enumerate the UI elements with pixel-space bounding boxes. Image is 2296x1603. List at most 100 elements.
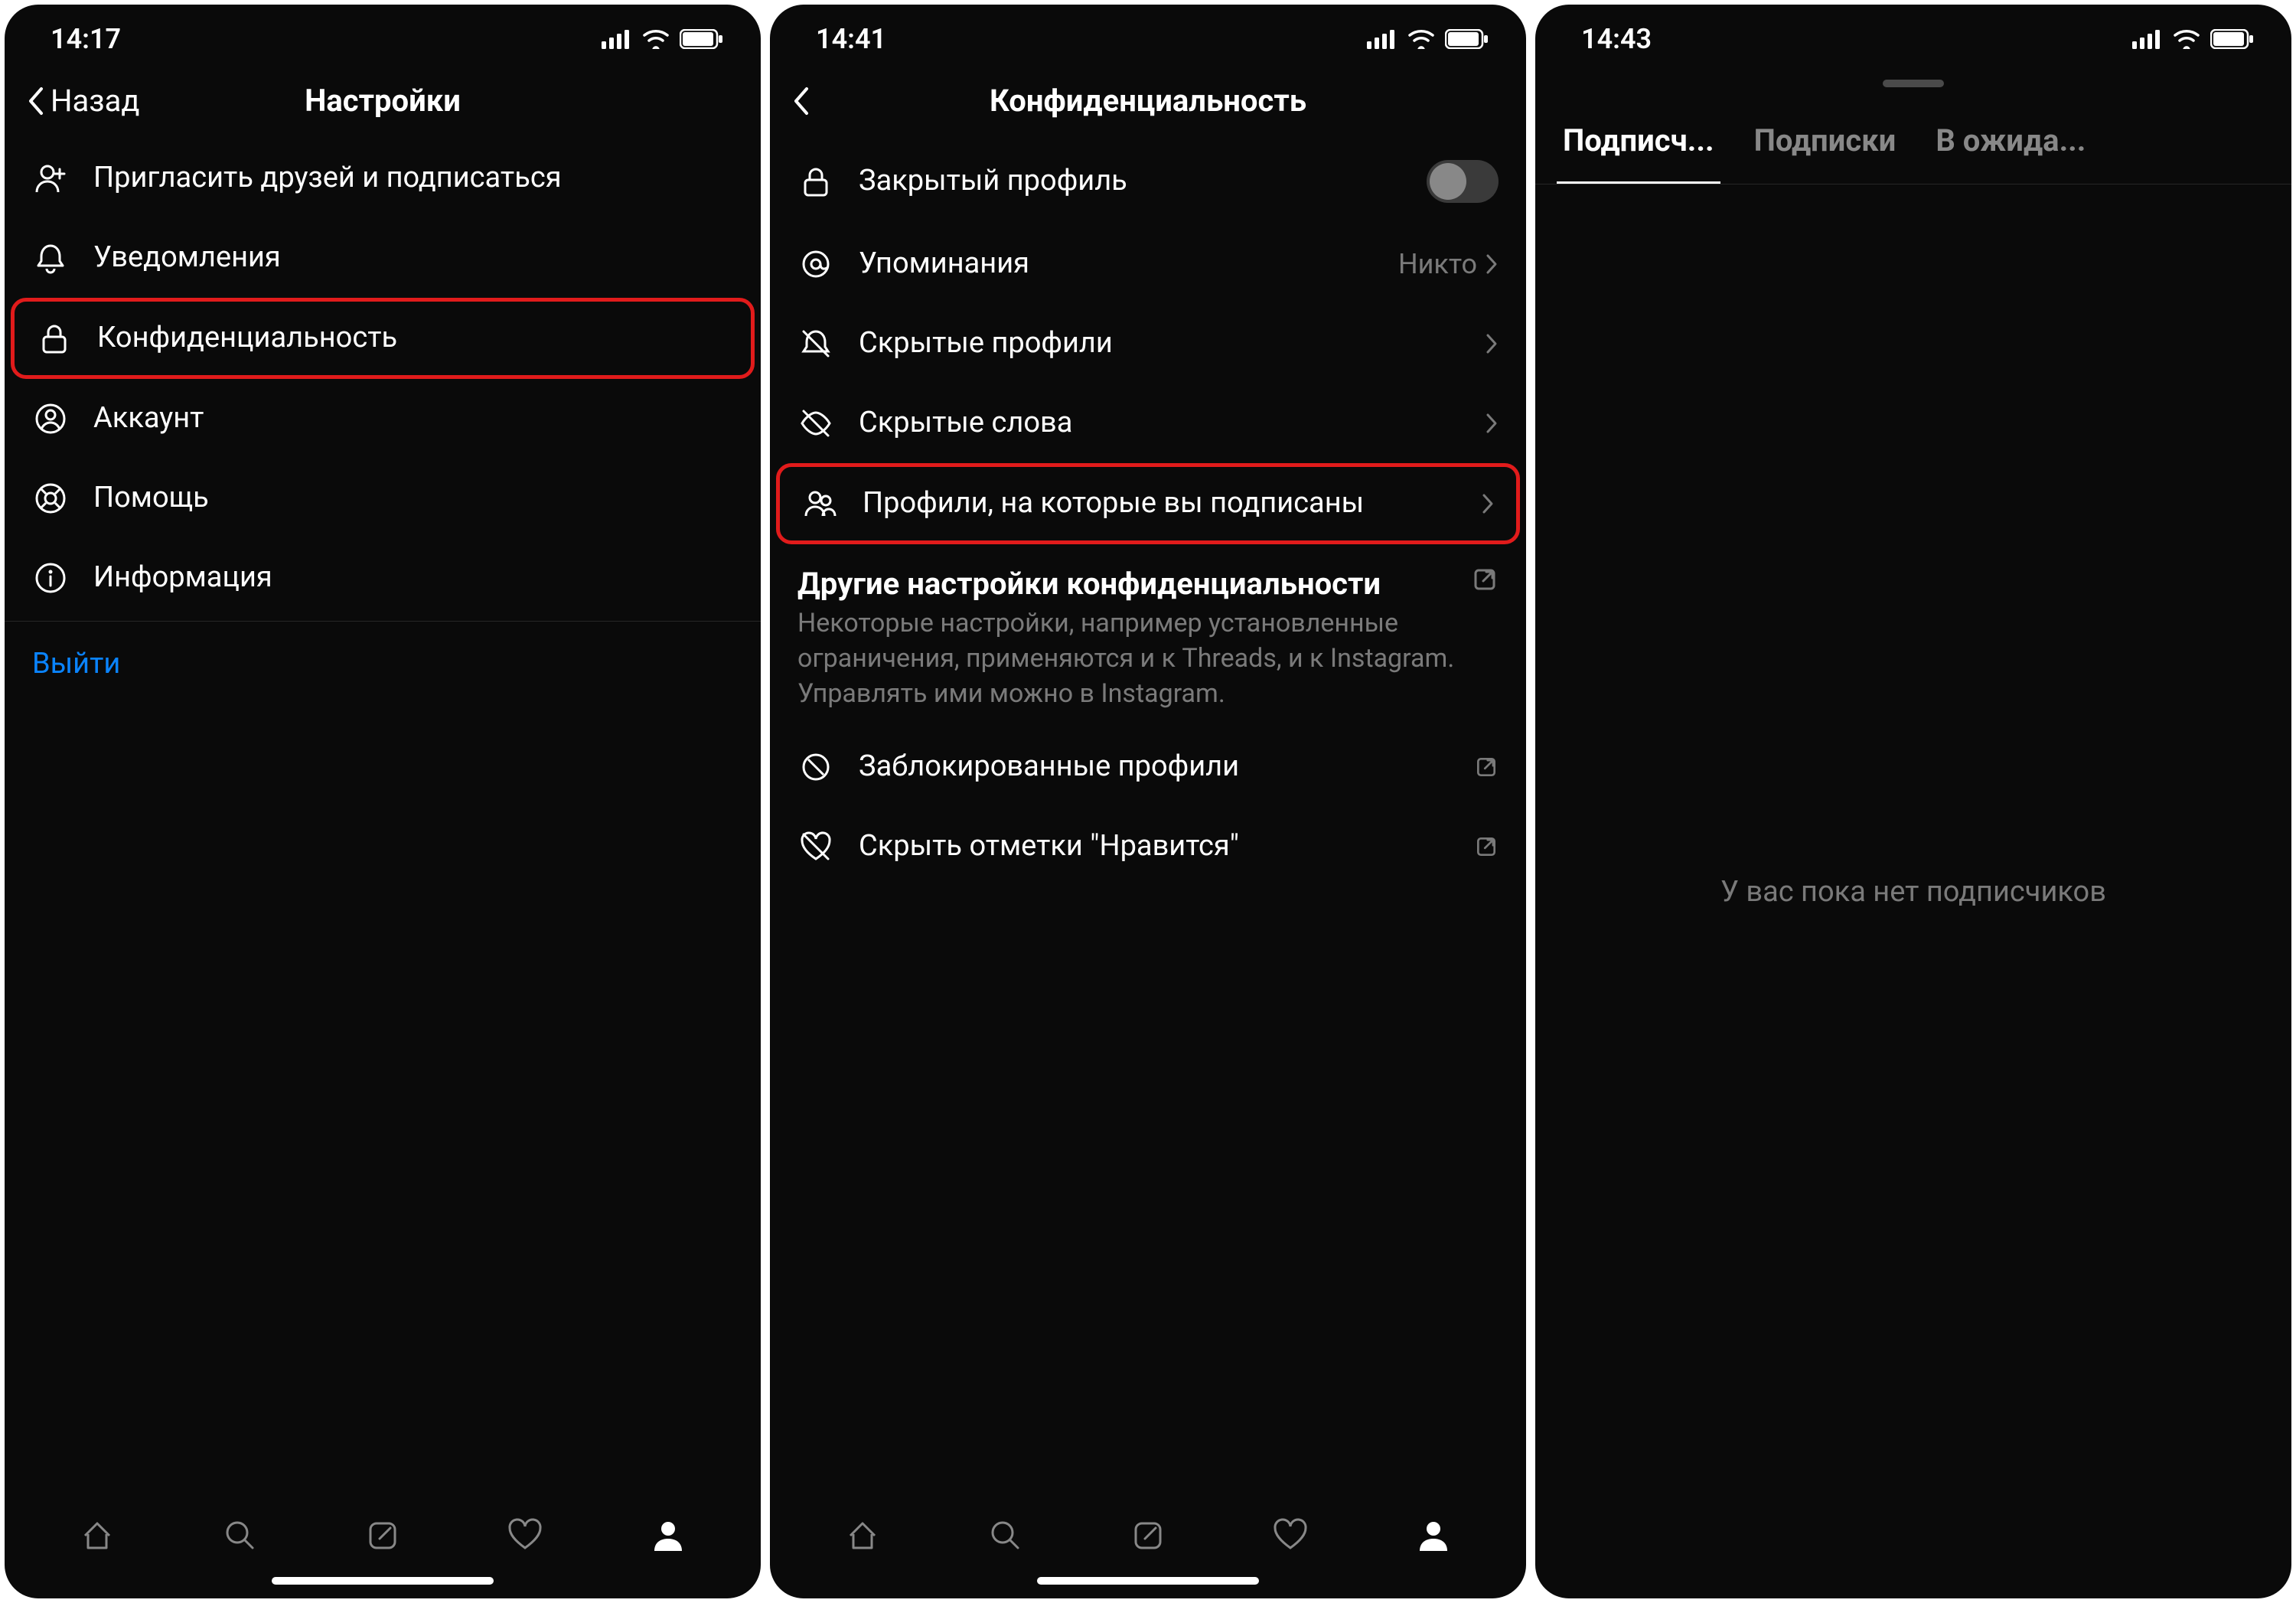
nav-home[interactable] xyxy=(841,1514,884,1557)
info-icon xyxy=(32,560,69,596)
row-following-profiles[interactable]: Профили, на которые вы подписаны xyxy=(776,463,1520,544)
row-label: Скрыть отметки "Нравится" xyxy=(859,828,1450,865)
battery-icon xyxy=(680,29,724,49)
nav-search[interactable] xyxy=(219,1514,262,1557)
row-privacy[interactable]: Конфиденциальность xyxy=(11,298,755,379)
row-label: Скрытые слова xyxy=(859,405,1460,442)
chevron xyxy=(1485,332,1499,355)
section-title-label: Другие настройки конфиденциальности xyxy=(797,566,1457,602)
signal-icon xyxy=(602,29,632,49)
invite-icon xyxy=(32,160,69,197)
empty-label: У вас пока нет подписчиков xyxy=(1720,875,2106,909)
row-logout[interactable]: Выйти xyxy=(5,625,761,704)
block-icon xyxy=(797,749,834,785)
status-time: 14:17 xyxy=(51,23,121,55)
back-label: Назад xyxy=(51,83,140,119)
signal-icon xyxy=(2132,29,2163,49)
row-account[interactable]: Аккаунт xyxy=(5,379,761,459)
row-label: Пригласить друзей и подписаться xyxy=(93,160,733,197)
nav-profile[interactable] xyxy=(647,1514,690,1557)
nav-home[interactable] xyxy=(76,1514,119,1557)
nav-profile[interactable] xyxy=(1412,1514,1455,1557)
row-label: Профили, на которые вы подписаны xyxy=(863,485,1456,522)
battery-icon xyxy=(2210,29,2255,49)
row-private-profile[interactable]: Закрытый профиль xyxy=(770,139,1526,224)
status-time: 14:41 xyxy=(816,23,886,55)
row-hide-likes[interactable]: Скрыть отметки "Нравится" xyxy=(770,807,1526,886)
signal-icon xyxy=(1367,29,1397,49)
chevron xyxy=(1485,412,1499,435)
logout-label: Выйти xyxy=(32,646,733,683)
home-indicator[interactable] xyxy=(272,1577,494,1585)
header: Конфиденциальность xyxy=(770,63,1526,139)
row-label: Скрытые профили xyxy=(859,325,1460,362)
empty-state: У вас пока нет подписчиков xyxy=(1535,184,2291,1598)
row-hidden-words[interactable]: Скрытые слова xyxy=(770,384,1526,463)
row-label: Информация xyxy=(93,560,733,596)
tab-pending[interactable]: В ожида... xyxy=(1929,96,2092,184)
status-icons xyxy=(602,29,724,49)
eye-off-icon xyxy=(797,405,834,442)
row-help[interactable]: Помощь xyxy=(5,459,761,538)
nav-compose[interactable] xyxy=(361,1514,404,1557)
bell-off-icon xyxy=(797,325,834,362)
heart-off-icon xyxy=(797,828,834,865)
lifebuoy-icon xyxy=(32,480,69,517)
page-title: Конфиденциальность xyxy=(791,83,1505,119)
external-link-icon xyxy=(1474,755,1499,779)
chevron-right-icon xyxy=(1485,253,1499,276)
nav-activity[interactable] xyxy=(504,1514,546,1557)
row-hidden-profiles[interactable]: Скрытые профили xyxy=(770,304,1526,384)
other-privacy-header[interactable]: Другие настройки конфиденциальности xyxy=(770,544,1526,606)
wifi-icon xyxy=(641,29,670,49)
row-blocked[interactable]: Заблокированные профили xyxy=(770,727,1526,807)
screen-privacy: 14:41 Конфиденциальность Закрытый профил… xyxy=(770,5,1526,1598)
user-circle-icon xyxy=(32,400,69,437)
row-label: Закрытый профиль xyxy=(859,163,1402,200)
row-label: Заблокированные профили xyxy=(859,749,1450,785)
back-button[interactable]: Назад xyxy=(26,83,140,119)
screen-followers: 14:43 Подписч... Подписки В ожида... У в… xyxy=(1535,5,2291,1598)
nav-activity[interactable] xyxy=(1269,1514,1312,1557)
row-label: Упоминания xyxy=(859,246,1374,282)
chevron-right-icon xyxy=(1481,492,1495,515)
row-invite[interactable]: Пригласить друзей и подписаться xyxy=(5,139,761,218)
chevron-right-icon xyxy=(1485,412,1499,435)
row-label: Помощь xyxy=(93,480,733,517)
status-bar: 14:43 xyxy=(1535,5,2291,63)
other-privacy-desc: Некоторые настройки, например установлен… xyxy=(770,606,1526,727)
status-icons xyxy=(1367,29,1489,49)
row-label: Конфиденциальность xyxy=(97,320,729,357)
tab-following[interactable]: Подписки xyxy=(1748,96,1903,184)
bell-icon xyxy=(32,240,69,276)
private-toggle[interactable] xyxy=(1427,160,1499,203)
row-info[interactable]: Информация xyxy=(5,538,761,618)
status-time: 14:43 xyxy=(1581,23,1652,55)
header: Назад Настройки xyxy=(5,63,761,139)
screen-settings: 14:17 Назад Настройки Пригласить друзей … xyxy=(5,5,761,1598)
home-indicator[interactable] xyxy=(1037,1577,1259,1585)
wifi-icon xyxy=(1407,29,1436,49)
nav-compose[interactable] xyxy=(1127,1514,1169,1557)
mentions-value: Никто xyxy=(1398,248,1477,280)
battery-icon xyxy=(1445,29,1489,49)
chevron-right-icon xyxy=(1485,332,1499,355)
external xyxy=(1474,834,1499,859)
row-label: Аккаунт xyxy=(93,400,733,437)
tab-followers[interactable]: Подписч... xyxy=(1557,96,1720,184)
back-button[interactable] xyxy=(791,86,811,116)
people-icon xyxy=(801,485,838,522)
bottom-nav xyxy=(770,1496,1526,1571)
status-bar: 14:41 xyxy=(770,5,1526,63)
chevron xyxy=(1481,492,1495,515)
external-link-icon xyxy=(1474,834,1499,859)
status-icons xyxy=(2132,29,2255,49)
lock-icon xyxy=(36,320,73,357)
wifi-icon xyxy=(2172,29,2201,49)
divider xyxy=(5,621,761,622)
nav-search[interactable] xyxy=(984,1514,1027,1557)
lock-icon xyxy=(797,163,834,200)
sheet-handle[interactable] xyxy=(1883,80,1944,87)
row-mentions[interactable]: Упоминания Никто xyxy=(770,224,1526,304)
row-notifications[interactable]: Уведомления xyxy=(5,218,761,298)
